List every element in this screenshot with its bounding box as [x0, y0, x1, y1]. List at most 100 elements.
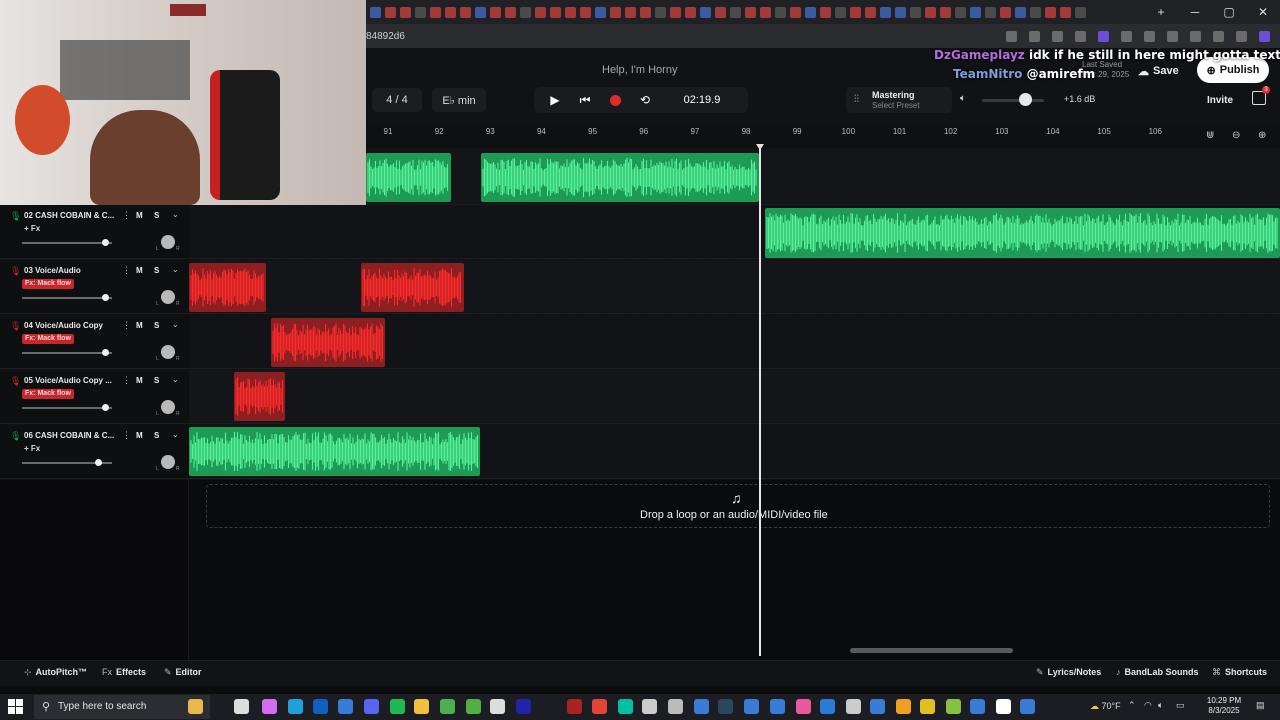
browser-tab[interactable]	[1000, 6, 1011, 18]
task-view-icon[interactable]	[234, 699, 249, 714]
mastering-button[interactable]: ⫶⫶ Mastering Select Preset	[846, 87, 952, 113]
track-fx-button[interactable]: Fx: Mack flow	[22, 334, 74, 344]
app-icon[interactable]	[668, 699, 683, 714]
mute-button[interactable]: M	[136, 431, 143, 440]
app-icon[interactable]	[970, 699, 985, 714]
browser-tab[interactable]	[640, 6, 651, 18]
browser-tab[interactable]	[880, 6, 891, 18]
browser-tab[interactable]	[685, 6, 696, 18]
explorer-icon[interactable]	[414, 699, 429, 714]
app-icon[interactable]	[820, 699, 835, 714]
project-title[interactable]: Help, I'm Horny	[602, 64, 677, 76]
browser-tab[interactable]	[895, 6, 906, 18]
track-header[interactable]: 🎙︎ 06 CASH COBAIN & C... ⋮ M S ⌄ + Fx L …	[0, 425, 189, 479]
horizontal-scrollbar[interactable]	[850, 648, 1013, 653]
track-volume-slider[interactable]	[22, 352, 112, 354]
browser-tab[interactable]	[925, 6, 936, 18]
browser-tab[interactable]	[475, 6, 486, 18]
audio-clip[interactable]	[481, 153, 759, 202]
browser-tab[interactable]	[1015, 6, 1026, 18]
profile-icon[interactable]	[1213, 30, 1224, 42]
app-icon[interactable]	[996, 699, 1011, 714]
app-icon[interactable]	[896, 699, 911, 714]
mic-icon[interactable]: 🎙︎	[10, 431, 21, 442]
wifi-icon[interactable]: ◠	[1144, 700, 1152, 711]
app-icon[interactable]	[744, 699, 759, 714]
audio-clip[interactable]	[366, 153, 451, 202]
key-button[interactable]: E♭ min	[432, 88, 486, 112]
time-signature-button[interactable]: 4 / 4	[372, 88, 422, 112]
chevron-down-icon[interactable]: ⌄	[172, 375, 179, 384]
track-menu-icon[interactable]: ⋮	[122, 430, 131, 441]
browser-tab[interactable]	[460, 6, 471, 18]
chevron-down-icon[interactable]: ⌄	[172, 430, 179, 439]
chrome-icon[interactable]	[592, 699, 607, 714]
audio-clip[interactable]	[271, 318, 385, 367]
track-volume-knob[interactable]	[102, 239, 109, 246]
track-volume-slider[interactable]	[22, 407, 112, 409]
mute-button[interactable]: M	[136, 376, 143, 385]
timeline-ruler[interactable]: 91 92 93 94 95 96 97 98 99 100 101 102 103 104 105 106	[366, 123, 1280, 148]
chevron-down-icon[interactable]: ⌄	[172, 320, 179, 329]
record-button[interactable]	[602, 87, 628, 113]
copilot-icon[interactable]	[1259, 30, 1270, 42]
browser-tab[interactable]	[625, 6, 636, 18]
browser-tab[interactable]	[400, 6, 411, 18]
rewind-button[interactable]: ⏮	[572, 87, 598, 113]
track-menu-icon[interactable]: ⋮	[122, 265, 131, 276]
browser-tab[interactable]	[760, 6, 771, 18]
favorites-icon[interactable]	[1167, 30, 1178, 42]
weather-widget[interactable]: ☁ 70°F	[1090, 701, 1121, 712]
browser-tab[interactable]	[655, 6, 666, 18]
app-icon[interactable]	[1020, 699, 1035, 714]
browser-tab[interactable]	[715, 6, 726, 18]
browser-tab[interactable]	[910, 6, 921, 18]
volume-icon[interactable]: 🔈︎	[1158, 700, 1163, 711]
more-icon[interactable]	[1236, 30, 1247, 42]
star-icon[interactable]	[1075, 30, 1086, 42]
extension-icon[interactable]	[1121, 30, 1132, 42]
browser-tab[interactable]	[490, 6, 501, 18]
magnet-icon[interactable]: ⋓	[1206, 130, 1214, 141]
screenshot-icon[interactable]	[1029, 30, 1040, 42]
browser-tab[interactable]	[670, 6, 681, 18]
pan-knob[interactable]	[161, 400, 175, 414]
track-volume-slider[interactable]	[22, 297, 112, 299]
app-icon[interactable]	[846, 699, 861, 714]
browser-tab[interactable]	[580, 6, 591, 18]
browser-tab[interactable]	[415, 6, 426, 18]
master-volume-slider[interactable]	[982, 99, 1044, 102]
browser-tab[interactable]	[505, 6, 516, 18]
browser-tab[interactable]	[565, 6, 576, 18]
track-name[interactable]: 02 CASH COBAIN & C...	[24, 211, 116, 220]
track-name[interactable]: 04 Voice/Audio Copy	[24, 321, 116, 330]
solo-button[interactable]: S	[154, 376, 159, 385]
app-icon[interactable]	[946, 699, 961, 714]
browser-tab[interactable]	[1045, 6, 1056, 18]
audio-clip[interactable]	[189, 427, 480, 476]
maximize-button[interactable]: ▢	[1212, 0, 1246, 24]
tray-chevron-icon[interactable]: ⌃	[1128, 700, 1136, 711]
browser-tab[interactable]	[385, 6, 396, 18]
new-tab-button[interactable]: +	[1144, 0, 1178, 24]
spotify-icon[interactable]	[390, 699, 405, 714]
steam-icon[interactable]	[718, 699, 733, 714]
track-lane[interactable]	[189, 260, 1280, 314]
track-header[interactable]: 🎙︎ 02 CASH COBAIN & C... ⋮ M S ⌄ + Fx L …	[0, 205, 189, 259]
download-icon[interactable]	[1006, 30, 1017, 42]
zoom-out-icon[interactable]: ⊖	[1232, 130, 1240, 141]
store-icon[interactable]	[338, 699, 353, 714]
browser-tab[interactable]	[865, 6, 876, 18]
edge-icon[interactable]	[288, 699, 303, 714]
battery-icon[interactable]: ▭	[1176, 700, 1185, 711]
bandlab-sounds-button[interactable]: ♪ BandLab Sounds	[1116, 667, 1199, 677]
pan-knob[interactable]	[161, 455, 175, 469]
app-icon[interactable]	[567, 699, 582, 714]
app-icon[interactable]	[694, 699, 709, 714]
obs-icon[interactable]	[490, 699, 505, 714]
track-volume-knob[interactable]	[102, 349, 109, 356]
app-icon[interactable]	[770, 699, 785, 714]
browser-tab[interactable]	[535, 6, 546, 18]
solo-button[interactable]: S	[154, 431, 159, 440]
browser-tab[interactable]	[835, 6, 846, 18]
